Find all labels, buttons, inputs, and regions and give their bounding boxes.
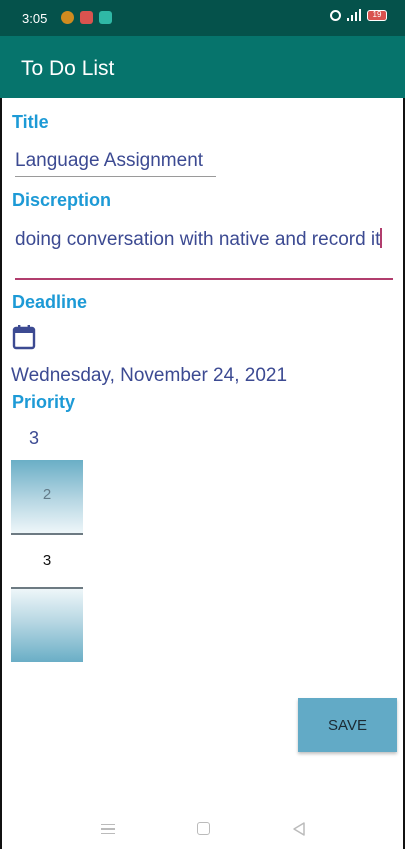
status-indicators: 19	[330, 9, 387, 21]
calendar-icon[interactable]	[12, 324, 36, 350]
picker-next-value[interactable]	[11, 589, 83, 662]
text-cursor	[380, 228, 383, 248]
save-button[interactable]: SAVE	[298, 698, 397, 752]
status-bar: 3:05 19	[0, 0, 405, 36]
signal-icon	[347, 9, 361, 21]
menu-icon[interactable]	[101, 824, 115, 834]
status-time: 3:05	[22, 11, 48, 26]
screen-edge-left	[0, 0, 2, 849]
notification-icon	[99, 11, 112, 24]
title-input[interactable]: Language Assignment	[15, 146, 216, 177]
battery-icon: 19	[367, 9, 387, 21]
priority-label: Priority	[12, 392, 76, 412]
deadline-value: Wednesday, November 24, 2021	[11, 365, 288, 386]
deadline-label: Deadline	[12, 292, 88, 312]
back-icon[interactable]	[291, 821, 307, 837]
system-navigation-bar	[0, 808, 405, 849]
picker-selected-value[interactable]: 3	[11, 552, 83, 569]
home-icon[interactable]	[197, 822, 210, 835]
picker-previous-value[interactable]: 2	[11, 460, 83, 533]
description-label: Discreption	[12, 190, 112, 210]
notification-icon	[61, 11, 74, 24]
priority-number-picker[interactable]: 2 3	[11, 460, 83, 662]
app-title: To Do List	[21, 57, 115, 80]
priority-value: 3	[29, 428, 40, 448]
title-label: Title	[12, 112, 49, 132]
description-text: doing conversation with native and recor…	[15, 229, 381, 250]
description-input[interactable]: doing conversation with native and recor…	[15, 228, 393, 280]
notification-icon	[80, 11, 93, 24]
alarm-icon	[330, 9, 341, 21]
picker-divider	[11, 533, 83, 535]
app-bar: To Do List	[0, 36, 405, 98]
